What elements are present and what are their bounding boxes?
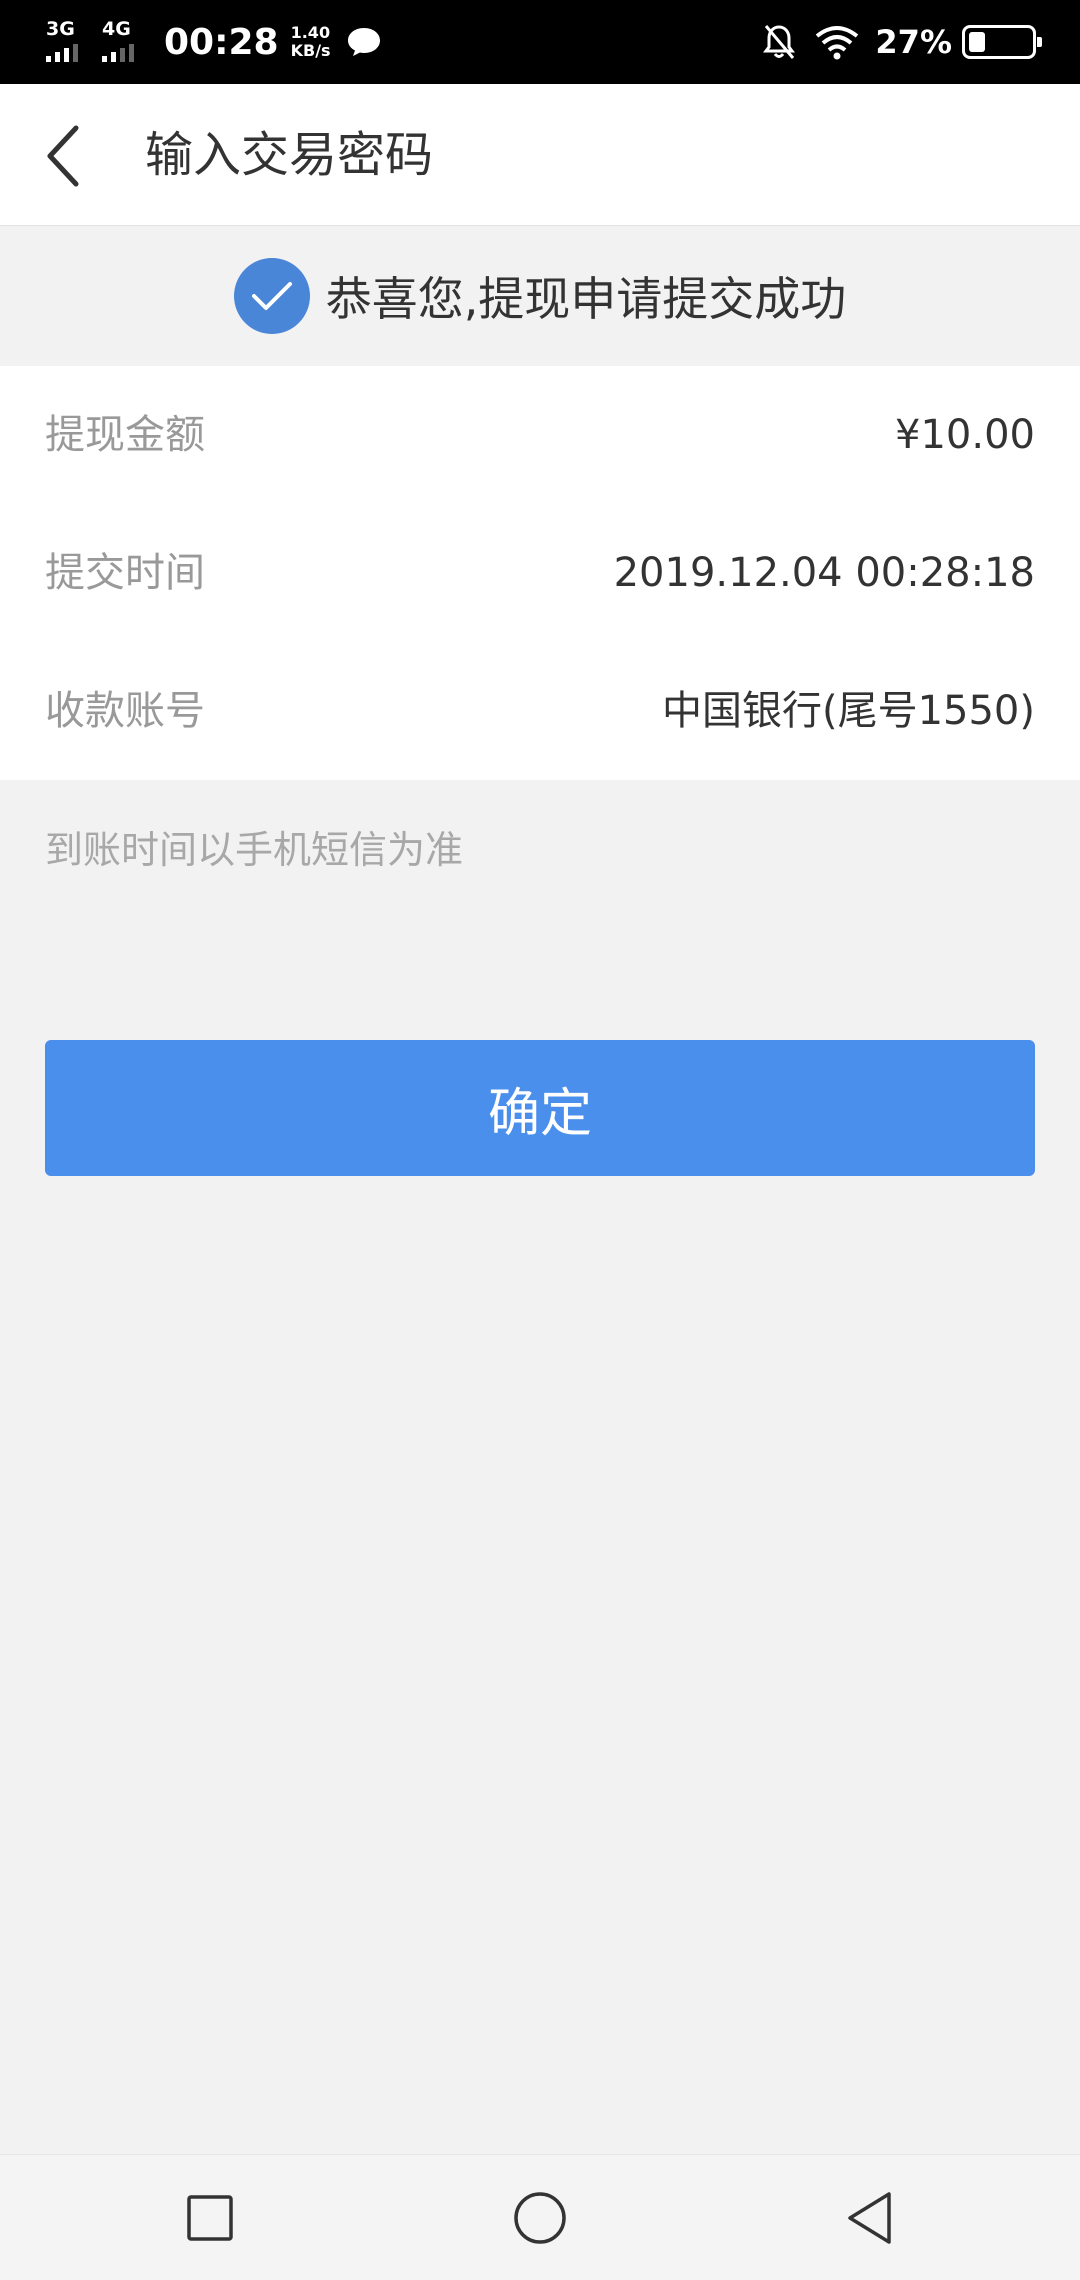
success-message: 恭喜您,提现申请提交成功 — [325, 272, 847, 326]
detail-row-amount: 提现金额 ¥10.00 — [0, 366, 1080, 504]
network-4g-indicator: 4G — [100, 12, 150, 72]
signal-bars-icon — [46, 44, 78, 62]
network-label-3g: 3G — [46, 18, 75, 40]
page-title: 输入交易密码 — [145, 127, 434, 183]
detail-label: 收款账号 — [45, 688, 205, 734]
network-speed-unit: KB/s — [290, 41, 331, 60]
back-triangle-icon — [848, 2192, 891, 2244]
back-button[interactable] — [28, 118, 100, 194]
detail-value: 2019.12.04 00:28:18 — [613, 550, 1035, 596]
app-header: 输入交易密码 — [0, 84, 1080, 226]
confirm-button[interactable]: 确定 — [45, 1040, 1035, 1176]
check-circle-icon — [233, 258, 310, 334]
detail-label: 提交时间 — [45, 550, 205, 596]
detail-value: 中国银行(尾号1550) — [661, 688, 1035, 734]
recent-apps-button[interactable] — [155, 2155, 265, 2280]
withdrawal-details: 提现金额 ¥10.00 提交时间 2019.12.04 00:28:18 收款账… — [0, 366, 1080, 780]
success-banner: 恭喜您,提现申请提交成功 — [0, 226, 1080, 366]
recent-apps-icon — [187, 2195, 233, 2241]
wifi-icon — [816, 26, 859, 60]
system-nav-bar — [0, 2154, 1080, 2280]
message-icon — [347, 28, 380, 56]
network-speed: 1.40 KB/s — [291, 24, 331, 60]
battery-icon — [962, 25, 1042, 59]
status-time: 00:28 — [164, 21, 279, 63]
signal-bars-icon — [102, 44, 134, 62]
network-label-4g: 4G — [102, 18, 131, 40]
battery-percent: 27% — [875, 23, 952, 61]
nav-back-button[interactable] — [815, 2155, 925, 2280]
arrival-note: 到账时间以手机短信为准 — [45, 828, 464, 872]
battery-level-fill — [969, 32, 985, 52]
detail-label: 提现金额 — [45, 412, 205, 458]
status-bar: 3G 4G 00:28 1.40 KB/s 27% — [0, 0, 1080, 84]
chevron-left-icon — [47, 125, 79, 187]
network-speed-value: 1.40 — [290, 23, 331, 42]
network-3g-indicator: 3G — [44, 12, 94, 72]
home-icon — [514, 2192, 566, 2244]
home-button[interactable] — [485, 2155, 595, 2280]
mute-bell-icon — [763, 25, 796, 59]
detail-row-account: 收款账号 中国银行(尾号1550) — [0, 642, 1080, 780]
detail-row-time: 提交时间 2019.12.04 00:28:18 — [0, 504, 1080, 642]
detail-value: ¥10.00 — [895, 412, 1035, 458]
